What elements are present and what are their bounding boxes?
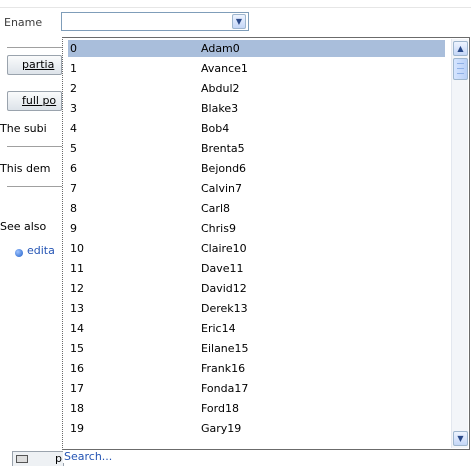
chevron-up-icon[interactable]: ▲ — [453, 41, 468, 56]
ename-combobox[interactable]: ▼ — [61, 12, 249, 31]
list-item[interactable]: 5 Brenta5 — [68, 140, 445, 157]
list-item-name: David12 — [201, 282, 247, 295]
list-item[interactable]: 1 Avance1 — [68, 60, 445, 77]
list-item-index: 4 — [70, 122, 77, 135]
list-item-index: 8 — [70, 202, 77, 215]
list-item-index: 16 — [70, 362, 84, 375]
list-item-name: Calvin7 — [201, 182, 243, 195]
top-divider — [0, 7, 471, 8]
list-item-name: Carl8 — [201, 202, 230, 215]
divider — [7, 146, 67, 147]
list-item[interactable]: 19 Gary19 — [68, 420, 445, 437]
list-item-index: 7 — [70, 182, 77, 195]
edit-link[interactable]: edita — [27, 244, 55, 257]
list-item-index: 3 — [70, 102, 77, 115]
list-item-index: 2 — [70, 82, 77, 95]
list-item-index: 15 — [70, 342, 84, 355]
scroll-thumb[interactable] — [453, 58, 468, 80]
ename-dropdown-list[interactable]: 0 Adam0 1 Avance1 2 Abdul2 3 Blake3 4 Bob4 5 Brenta… — [62, 37, 470, 450]
list-item[interactable]: 4 Bob4 — [68, 120, 445, 137]
list-item[interactable]: 2 Abdul2 — [68, 80, 445, 97]
list-item-index: 1 — [70, 62, 77, 75]
list-item[interactable]: 0 Adam0 — [68, 40, 445, 57]
list-item-name: Fonda17 — [201, 382, 249, 395]
list-item-name: Ford18 — [201, 402, 239, 415]
list-item-index: 17 — [70, 382, 84, 395]
list-item[interactable]: 8 Carl8 — [68, 200, 445, 217]
demo-text: This dem — [0, 162, 51, 175]
list-item[interactable]: 13 Derek13 — [68, 300, 445, 317]
list-item-index: 10 — [70, 242, 84, 255]
list-item-index: 11 — [70, 262, 84, 275]
print-label: p — [55, 452, 62, 465]
chevron-down-icon[interactable]: ▼ — [232, 14, 246, 29]
list-item[interactable]: 7 Calvin7 — [68, 180, 445, 197]
list-item-name: Blake3 — [201, 102, 239, 115]
list-item-index: 9 — [70, 222, 77, 235]
list-item-index: 18 — [70, 402, 84, 415]
list-item[interactable]: 9 Chris9 — [68, 220, 445, 237]
list-item-name: Eric14 — [201, 322, 236, 335]
list-item-name: Avance1 — [201, 62, 248, 75]
partial-button[interactable]: partia — [7, 55, 62, 75]
list-item-index: 13 — [70, 302, 84, 315]
list-item[interactable]: 10 Claire10 — [68, 240, 445, 257]
list-item-name: Bob4 — [201, 122, 230, 135]
list-item-name: Claire10 — [201, 242, 247, 255]
list-item-name: Dave11 — [201, 262, 244, 275]
list-item-index: 0 — [70, 42, 77, 55]
list-item-name: Brenta5 — [201, 142, 245, 155]
bullet-icon — [15, 249, 23, 257]
list-item-name: Bejond6 — [201, 162, 247, 175]
list-item-name: Chris9 — [201, 222, 236, 235]
list-item-index: 6 — [70, 162, 77, 175]
full-button[interactable]: full po — [7, 91, 62, 111]
list-item-name: Derek13 — [201, 302, 248, 315]
list-item[interactable]: 15 Eilane15 — [68, 340, 445, 357]
list-item-name: Gary19 — [201, 422, 242, 435]
list-item[interactable]: 11 Dave11 — [68, 260, 445, 277]
list-item[interactable]: 18 Ford18 — [68, 400, 445, 417]
list-item[interactable]: 16 Frank16 — [68, 360, 445, 377]
list-item-index: 19 — [70, 422, 84, 435]
see-also-text: See also — [0, 220, 47, 233]
list-item[interactable]: 12 David12 — [68, 280, 445, 297]
list-item-index: 14 — [70, 322, 84, 335]
search-link[interactable]: Search... — [63, 450, 114, 463]
chevron-down-icon[interactable]: ▼ — [453, 431, 468, 446]
list-item-name: Abdul2 — [201, 82, 240, 95]
list-item-name: Eilane15 — [201, 342, 249, 355]
vertical-scrollbar[interactable]: ▲ ▼ — [451, 39, 468, 448]
list-item-index: 12 — [70, 282, 84, 295]
list-item-name: Frank16 — [201, 362, 246, 375]
divider — [7, 47, 67, 48]
description-text: The subi — [0, 122, 47, 135]
list-item[interactable]: 3 Blake3 — [68, 100, 445, 117]
ename-label: Ename — [4, 16, 43, 29]
list-item[interactable]: 14 Eric14 — [68, 320, 445, 337]
printer-icon — [16, 455, 28, 463]
divider — [7, 186, 67, 187]
list-item[interactable]: 6 Bejond6 — [68, 160, 445, 177]
list-item[interactable]: 17 Fonda17 — [68, 380, 445, 397]
list-item-index: 5 — [70, 142, 77, 155]
list-item-name: Adam0 — [201, 42, 240, 55]
